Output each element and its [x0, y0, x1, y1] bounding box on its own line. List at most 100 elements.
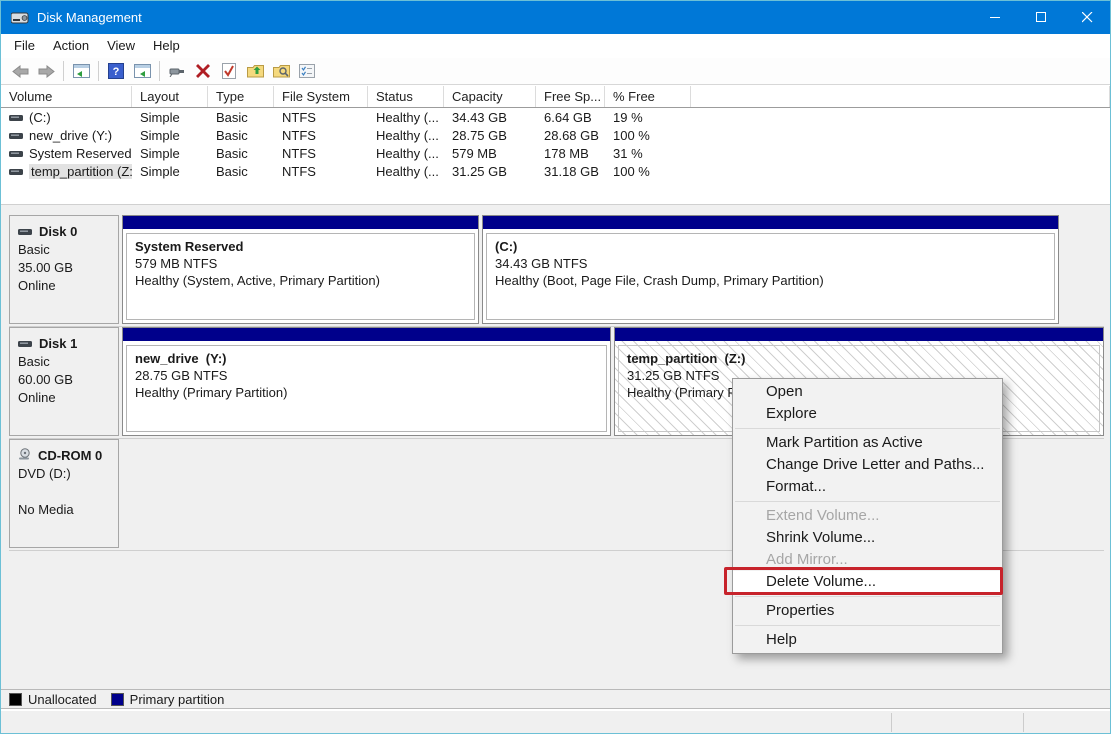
device-tool-icon[interactable]: [164, 60, 190, 82]
menu-item-help[interactable]: Help: [733, 629, 1002, 651]
menu-item-open[interactable]: Open: [733, 381, 1002, 403]
menu-item-shrink-volume[interactable]: Shrink Volume...: [733, 527, 1002, 549]
back-icon[interactable]: [7, 60, 33, 82]
cell-capacity: 579 MB: [444, 146, 536, 161]
volume-name: new_drive (Y:): [29, 128, 112, 143]
partition-system-reserved[interactable]: System Reserved 579 MB NTFS Healthy (Sys…: [122, 215, 479, 324]
menu-separator: [735, 596, 1000, 597]
cdrom-header[interactable]: CD-ROM 0 DVD (D:) No Media: [9, 439, 119, 548]
primary-partition-swatch: [111, 693, 124, 706]
console-window-icon[interactable]: [68, 60, 94, 82]
maximize-button[interactable]: [1018, 1, 1064, 34]
partition-info: 28.75 GB NTFS: [135, 367, 598, 384]
drive-icon: [9, 146, 24, 161]
tasklist-icon[interactable]: [294, 60, 320, 82]
cell-type: Basic: [208, 110, 274, 125]
partition-health: Healthy (Boot, Page File, Crash Dump, Pr…: [495, 272, 1046, 289]
disk-name: Disk 0: [39, 223, 77, 241]
legend-primary-label: Primary partition: [130, 692, 225, 707]
drive-icon: [9, 110, 24, 125]
volume-name: (C:): [29, 110, 51, 125]
cell-fs: NTFS: [274, 146, 368, 161]
column-header-status[interactable]: Status: [368, 86, 444, 107]
disk-size: 60.00 GB: [18, 371, 118, 389]
minimize-button[interactable]: [972, 1, 1018, 34]
partition-info: 579 MB NTFS: [135, 255, 466, 272]
unallocated-swatch: [9, 693, 22, 706]
cell-layout: Simple: [132, 146, 208, 161]
disk-state: Online: [18, 389, 118, 407]
cell-pct-free: 100 %: [605, 128, 691, 143]
legend-bar: Unallocated Primary partition: [1, 689, 1110, 709]
partition-name: new_drive (Y:): [135, 350, 598, 367]
table-row[interactable]: System Reserved Simple Basic NTFS Health…: [1, 144, 1110, 162]
disk-kind: Basic: [18, 353, 118, 371]
disk-drive-app-icon: [11, 11, 29, 25]
cell-capacity: 28.75 GB: [444, 128, 536, 143]
menu-file[interactable]: File: [5, 34, 44, 58]
drive-icon: [9, 128, 24, 143]
menu-item-mark-partition-active[interactable]: Mark Partition as Active: [733, 432, 1002, 454]
column-header-free-space[interactable]: Free Sp...: [536, 86, 605, 107]
partition-health: Healthy (Primary Partition): [135, 384, 598, 401]
folder-up-icon[interactable]: [242, 60, 268, 82]
menu-bar: File Action View Help: [1, 34, 1110, 58]
column-header-volume[interactable]: Volume: [1, 86, 132, 107]
disk-size: 35.00 GB: [18, 259, 118, 277]
statusbar-separator: [1023, 713, 1024, 732]
table-row-selected[interactable]: temp_partition (Z:) Simple Basic NTFS He…: [1, 162, 1110, 180]
table-row[interactable]: new_drive (Y:) Simple Basic NTFS Healthy…: [1, 126, 1110, 144]
toolbar-separator: [159, 61, 160, 81]
cell-status: Healthy (...: [368, 128, 444, 143]
cell-layout: Simple: [132, 164, 208, 179]
menu-item-extend-volume: Extend Volume...: [733, 505, 1002, 527]
menu-help[interactable]: Help: [144, 34, 189, 58]
column-header-layout[interactable]: Layout: [132, 86, 208, 107]
menu-item-format[interactable]: Format...: [733, 476, 1002, 498]
menu-item-explore[interactable]: Explore: [733, 403, 1002, 425]
folder-find-icon[interactable]: [268, 60, 294, 82]
primary-partition-bar: [123, 328, 610, 341]
partition-context-menu: Open Explore Mark Partition as Active Ch…: [732, 378, 1003, 654]
menu-item-delete-volume[interactable]: Delete Volume...: [733, 571, 1002, 593]
disk-state: Online: [18, 277, 118, 295]
volume-name: temp_partition (Z:): [29, 164, 132, 179]
partition-new-drive[interactable]: new_drive (Y:) 28.75 GB NTFS Healthy (Pr…: [122, 327, 611, 436]
partition-name: temp_partition (Z:): [627, 350, 1091, 367]
statusbar-separator: [891, 713, 892, 732]
close-button[interactable]: [1064, 1, 1110, 34]
primary-partition-bar: [483, 216, 1058, 229]
cdrom-media: DVD (D:): [18, 465, 118, 483]
partition-name: (C:): [495, 238, 1046, 255]
cell-free-space: 28.68 GB: [536, 128, 605, 143]
menu-action[interactable]: Action: [44, 34, 98, 58]
menu-item-add-mirror: Add Mirror...: [733, 549, 1002, 571]
column-header-type[interactable]: Type: [208, 86, 274, 107]
forward-icon[interactable]: [33, 60, 59, 82]
disk1-header[interactable]: Disk 1 Basic 60.00 GB Online: [9, 327, 119, 436]
menu-item-change-drive-letter[interactable]: Change Drive Letter and Paths...: [733, 454, 1002, 476]
volume-name: System Reserved: [29, 146, 132, 161]
cell-layout: Simple: [132, 110, 208, 125]
disk-name: Disk 1: [39, 335, 77, 353]
column-header-capacity[interactable]: Capacity: [444, 86, 536, 107]
menu-item-properties[interactable]: Properties: [733, 600, 1002, 622]
help-icon[interactable]: ?: [103, 60, 129, 82]
disk0-row: Disk 0 Basic 35.00 GB Online System Rese…: [9, 215, 1104, 325]
drive-icon: [9, 164, 24, 179]
cell-layout: Simple: [132, 128, 208, 143]
cell-pct-free: 19 %: [605, 110, 691, 125]
delete-icon[interactable]: [190, 60, 216, 82]
column-header-file-system[interactable]: File System: [274, 86, 368, 107]
primary-partition-bar: [123, 216, 478, 229]
check-document-icon[interactable]: [216, 60, 242, 82]
partition-c[interactable]: (C:) 34.43 GB NTFS Healthy (Boot, Page F…: [482, 215, 1059, 324]
toolbar-separator: [98, 61, 99, 81]
disk0-header[interactable]: Disk 0 Basic 35.00 GB Online: [9, 215, 119, 324]
menu-view[interactable]: View: [98, 34, 144, 58]
cell-type: Basic: [208, 146, 274, 161]
column-header-pct-free[interactable]: % Free: [605, 86, 691, 107]
volume-list-header: Volume Layout Type File System Status Ca…: [1, 86, 1110, 108]
action-pane-icon[interactable]: [129, 60, 155, 82]
table-row[interactable]: (C:) Simple Basic NTFS Healthy (... 34.4…: [1, 108, 1110, 126]
